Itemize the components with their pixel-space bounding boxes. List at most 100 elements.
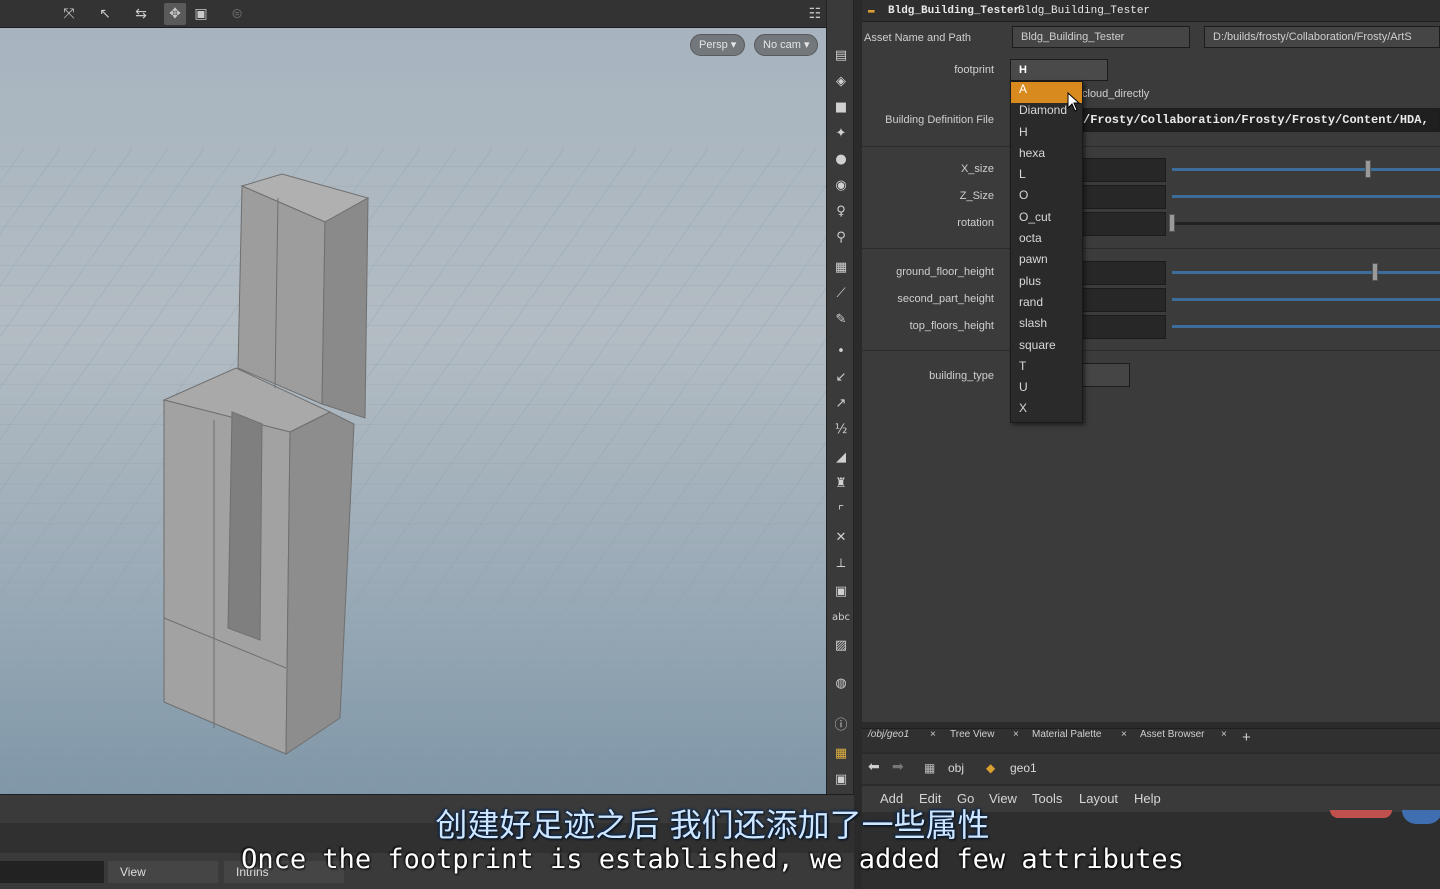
houdini-window: ⤧ ↖ ⇆ ✥ ▣ ⊜ ☷ ? <box>0 0 1440 889</box>
dropdown-option[interactable]: hexa <box>1011 146 1082 167</box>
tab-obj-geo1[interactable]: /obj/geo1 <box>868 729 909 753</box>
footprint-dropdown-menu[interactable]: A Diamond H hexa L O O_cut octa pawn plu… <box>1010 81 1083 423</box>
zsize-field[interactable] <box>1082 185 1166 209</box>
tab-material-palette[interactable]: Material Palette <box>1032 729 1101 753</box>
corner-icon[interactable]: ⌜ <box>831 502 851 522</box>
path-obj[interactable]: obj <box>948 761 964 775</box>
forward-arrow-icon[interactable]: ➡ <box>892 759 904 775</box>
box-icon[interactable]: ▣ <box>831 582 851 602</box>
dropdown-option[interactable]: rand <box>1011 295 1082 316</box>
brush-icon[interactable]: ⟋ <box>831 284 851 304</box>
dropdown-option[interactable]: U <box>1011 380 1082 401</box>
bulb-icon[interactable]: ♀ <box>831 202 851 222</box>
xsize-field[interactable] <box>1082 158 1166 182</box>
shading-icon[interactable]: ✦ <box>831 124 851 144</box>
camera-icon[interactable]: ◈ <box>831 72 851 92</box>
display-icon[interactable]: ▦ <box>831 258 851 278</box>
dropdown-option[interactable]: square <box>1011 338 1082 359</box>
snapshot-icon[interactable]: ▣ <box>831 770 851 790</box>
rotation-field[interactable] <box>1082 212 1166 236</box>
transform-tool-icon[interactable]: ⇆ <box>130 3 152 25</box>
asset-path-field[interactable]: D:/builds/frosty/Collaboration/Frosty/Ar… <box>1204 26 1440 48</box>
obj-network-icon: ▦ <box>924 761 936 775</box>
close-icon[interactable]: × <box>1121 729 1127 753</box>
ground-floor-field[interactable] <box>1082 261 1166 285</box>
tab-asset-browser[interactable]: Asset Browser <box>1140 729 1204 753</box>
normal-icon[interactable]: ↗ <box>831 394 851 414</box>
ground-floor-slider-handle[interactable] <box>1372 263 1378 281</box>
dropdown-option[interactable]: slash <box>1011 316 1082 337</box>
node-name-field[interactable]: Bldg_Building_Tester <box>1018 0 1150 22</box>
camera-nocam-button[interactable]: No cam ▾ <box>754 34 819 56</box>
building-type-label: building_type <box>929 370 994 382</box>
zsize-slider[interactable] <box>1172 195 1440 198</box>
home-icon[interactable]: ▤ <box>831 46 851 66</box>
dropdown-option[interactable]: plus <box>1011 274 1082 295</box>
info-icon[interactable]: ⓘ <box>831 716 851 736</box>
marker-icon[interactable]: ◍ <box>831 674 851 694</box>
xsize-slider[interactable] <box>1172 168 1440 171</box>
close-icon[interactable]: × <box>1013 729 1019 753</box>
tab-tree-view[interactable]: Tree View <box>950 729 994 753</box>
pane-divider[interactable] <box>854 0 862 889</box>
stamp-icon[interactable]: ♜ <box>831 474 851 494</box>
path-geo1[interactable]: geo1 <box>1010 761 1037 775</box>
viewport-toolbar: ⤧ ↖ ⇆ ✥ ▣ ⊜ ☷ ? <box>0 0 843 28</box>
axis-icon[interactable]: ⟂ <box>831 554 851 574</box>
dropdown-option[interactable]: octa <box>1011 231 1082 252</box>
move-tool-icon[interactable]: ↖ <box>94 3 116 25</box>
close-icon[interactable]: × <box>930 729 936 753</box>
second-part-field[interactable] <box>1082 288 1166 312</box>
close-icon[interactable]: × <box>1221 729 1227 753</box>
building-def-field[interactable]: /Frosty/Collaboration/Frosty/Frosty/Cont… <box>1078 108 1440 132</box>
second-part-slider[interactable] <box>1172 298 1440 301</box>
light-icon[interactable]: ◉ <box>831 176 851 196</box>
paint-icon[interactable]: ✎ <box>831 310 851 330</box>
point-icon[interactable]: • <box>831 342 851 362</box>
asset-name-select[interactable]: Bldg_Building_Tester <box>1012 26 1190 48</box>
select-tool-icon[interactable]: ⤧ <box>58 3 80 25</box>
background-icon[interactable]: ▨ <box>831 636 851 656</box>
dropdown-option[interactable]: L <box>1011 167 1082 188</box>
scatter-icon[interactable]: ✕ <box>831 528 851 548</box>
rotation-label: rotation <box>957 217 994 229</box>
xsize-slider-handle[interactable] <box>1365 160 1371 178</box>
node-type-label: Bldg_Building_Tester <box>888 5 1021 17</box>
dropdown-option[interactable]: O_cut <box>1011 210 1082 231</box>
rotation-slider-handle[interactable] <box>1169 214 1175 232</box>
top-floors-label: top_floors_height <box>909 320 994 332</box>
add-tab-button[interactable]: + <box>1242 729 1251 753</box>
dropdown-option[interactable]: H <box>1011 125 1082 146</box>
snap-icon[interactable]: ⊜ <box>226 3 248 25</box>
top-floors-slider[interactable] <box>1172 325 1440 328</box>
edge-icon[interactable]: ↙ <box>831 368 851 388</box>
3d-viewport[interactable]: Persp ▾ No cam ▾ <box>0 28 826 794</box>
network-tab-bar: /obj/geo1 × Tree View × Material Palette… <box>862 728 1440 752</box>
ground-floor-slider[interactable] <box>1172 271 1440 274</box>
second-part-label: second_part_height <box>897 293 994 305</box>
grid-view-icon[interactable]: ▦ <box>831 744 851 764</box>
number-icon[interactable]: ½ <box>831 420 851 440</box>
dropdown-option[interactable]: T <box>1011 359 1082 380</box>
text-icon[interactable]: abc <box>831 608 851 628</box>
dropdown-option[interactable]: X <box>1011 401 1082 422</box>
handle-tool-icon[interactable]: ✥ <box>164 3 186 25</box>
network-path-bar: ⬅ ➡ ▦ obj ◆ geo1 <box>862 754 1440 784</box>
pin-icon[interactable]: ⚲ <box>831 228 851 248</box>
footprint-select[interactable]: H <box>1010 59 1108 81</box>
dropdown-option[interactable]: O <box>1011 188 1082 209</box>
top-floors-field[interactable] <box>1082 315 1166 339</box>
lock-icon[interactable]: ■ <box>831 98 851 118</box>
cube-icon[interactable]: ◢ <box>831 448 851 468</box>
display-options-icon[interactable]: ☷ <box>804 3 826 25</box>
dropdown-option[interactable]: pawn <box>1011 252 1082 273</box>
node-type-icon: ▬ <box>868 5 875 17</box>
ground-floor-label: ground_floor_height <box>896 266 994 278</box>
back-arrow-icon[interactable]: ⬅ <box>868 759 880 775</box>
rotation-slider[interactable] <box>1172 222 1440 225</box>
ground-grid <box>0 148 826 794</box>
building-type-select[interactable] <box>1082 363 1130 387</box>
camera-persp-button[interactable]: Persp ▾ <box>690 34 746 56</box>
sphere-icon[interactable]: ● <box>831 150 851 170</box>
view-tool-icon[interactable]: ▣ <box>190 3 212 25</box>
